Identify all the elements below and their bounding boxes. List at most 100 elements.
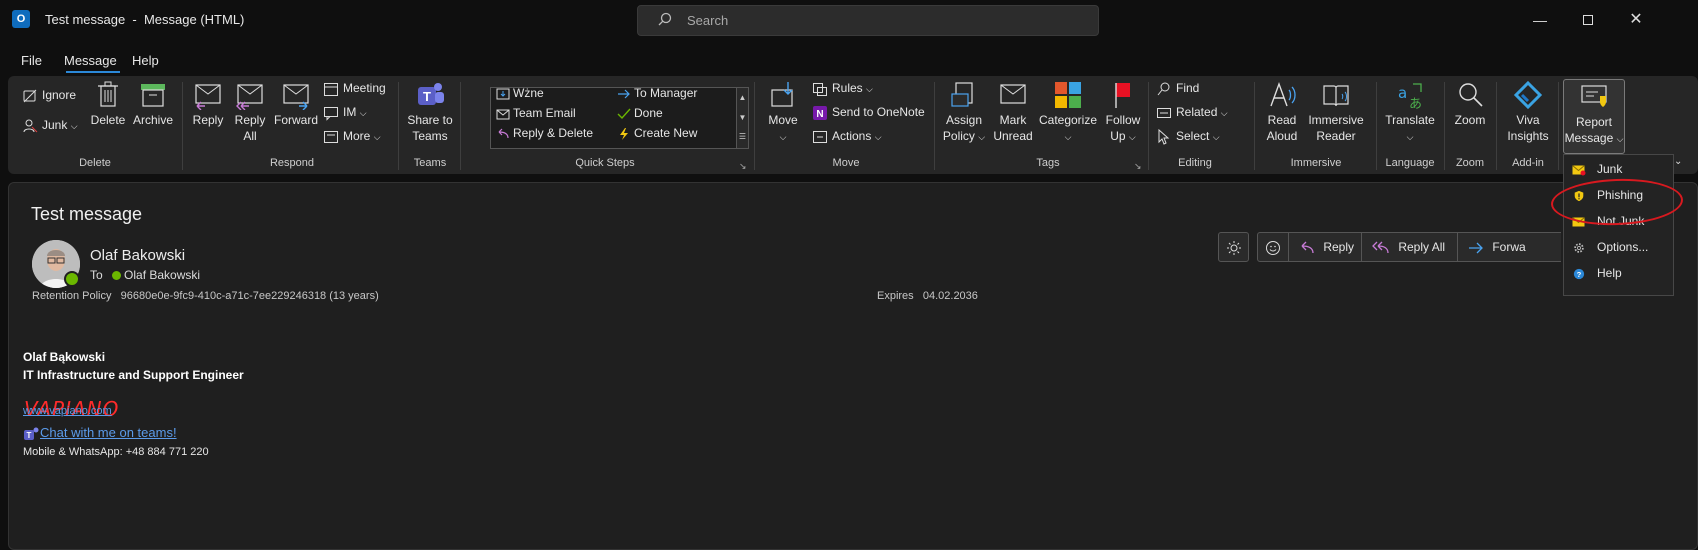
mark-unread-label-2: Unread: [993, 129, 1033, 143]
move-button[interactable]: Move ⌵: [762, 80, 804, 145]
group-separator: [1496, 82, 1497, 170]
quick-step-to-manager[interactable]: To Manager: [617, 86, 697, 101]
teams-chat-link[interactable]: Chat with me on teams!: [40, 425, 177, 440]
report-message-menu: Junk Phishing Not Junk Options... ? Help: [1563, 154, 1674, 296]
menu-item-options[interactable]: Options...: [1572, 240, 1648, 254]
dialog-launcher-icon[interactable]: ↘: [1134, 161, 1142, 172]
im-icon: [324, 106, 338, 121]
move-group-label: Move: [832, 157, 860, 169]
scroll-down-icon[interactable]: ▼: [737, 108, 748, 128]
read-aloud-button[interactable]: Read Aloud: [1260, 80, 1304, 144]
quick-step-team-email[interactable]: Team Email: [496, 106, 576, 121]
ignore-icon: [23, 89, 37, 103]
immersive-reader-button[interactable]: Immersive Reader: [1304, 80, 1368, 144]
related-button[interactable]: Related ⌵: [1156, 104, 1228, 121]
viva-insights-button[interactable]: Viva Insights: [1500, 80, 1556, 144]
delete-button[interactable]: Delete: [88, 80, 128, 128]
quick-step-label: Create New: [634, 126, 698, 140]
reaction-button[interactable]: [1257, 232, 1289, 262]
categorize-icon: [1055, 82, 1081, 108]
more-respond-button[interactable]: More ⌵: [323, 128, 381, 145]
move-icon: [771, 82, 793, 107]
actions-icon: [813, 130, 827, 143]
chevron-down-icon: ⌵: [1128, 132, 1136, 142]
chevron-down-icon: ⌵: [874, 132, 882, 142]
collapse-ribbon-icon[interactable]: ⌄: [1674, 156, 1682, 167]
recipient-line: To Olaf Bakowski: [90, 268, 200, 282]
sender-name[interactable]: Olaf Bakowski: [90, 247, 185, 264]
forward-button[interactable]: Forward: [272, 80, 320, 128]
quick-step-create-new[interactable]: Create New: [617, 126, 697, 141]
menu-item-help[interactable]: ? Help: [1572, 266, 1622, 280]
delete-label: Delete: [90, 113, 126, 127]
reply-icon: [1301, 241, 1314, 253]
maximize-icon: [1583, 15, 1593, 25]
translate-button[interactable]: aあ Translate ⌵: [1380, 80, 1440, 145]
calendar-icon: [324, 82, 338, 96]
addin-group-label: Add-in: [1512, 157, 1544, 169]
checkmark-icon: [617, 108, 631, 119]
svg-text:T: T: [423, 89, 431, 104]
reply-all-label-1: Reply: [234, 113, 266, 127]
mail-icon: [496, 109, 510, 120]
expires-value: 04.02.2036: [922, 290, 978, 302]
move-to-folder-icon: [496, 88, 510, 100]
find-button[interactable]: Find: [1156, 80, 1199, 97]
archive-button[interactable]: Archive: [128, 80, 178, 128]
chevron-down-icon: ⌵: [978, 132, 986, 142]
recipient-name[interactable]: Olaf Bakowski: [124, 268, 200, 282]
message-subject: Test message: [31, 204, 143, 224]
reply-action-button[interactable]: Reply: [1288, 232, 1362, 262]
assign-policy-button[interactable]: Assign Policy ⌵: [938, 80, 990, 145]
junk-button[interactable]: Junk ⌵: [22, 117, 78, 134]
minimize-button[interactable]: —: [1530, 10, 1550, 30]
share-to-teams-button[interactable]: T Share to Teams: [404, 80, 456, 144]
menu-item-junk[interactable]: Junk: [1572, 162, 1622, 176]
chevron-down-icon: ⌵: [1212, 132, 1220, 142]
tab-help[interactable]: Help: [132, 53, 159, 68]
send-to-onenote-button[interactable]: N Send to OneNote: [812, 104, 925, 121]
rules-button[interactable]: Rules ⌵: [812, 80, 873, 97]
immersive-reader-icon: [1323, 85, 1349, 107]
quick-step-label: Wżne: [513, 86, 544, 100]
ignore-button[interactable]: Ignore: [22, 87, 76, 104]
theme-toggle-button[interactable]: [1218, 232, 1249, 262]
website-link[interactable]: www.vapiano.com: [23, 405, 112, 417]
reply-all-action-label: Reply All: [1398, 240, 1446, 254]
reply-all-button[interactable]: Reply All: [230, 80, 270, 144]
forward-action-button[interactable]: Forwa: [1457, 232, 1561, 262]
retention-value: 96680e0e-9fc9-410c-a71c-7ee229246318 (13…: [120, 290, 379, 302]
reply-icon: [195, 84, 221, 110]
quick-step-done[interactable]: Done: [617, 106, 663, 121]
group-separator: [1254, 82, 1255, 170]
maximize-button[interactable]: [1578, 10, 1598, 30]
zoom-button[interactable]: Zoom: [1448, 80, 1492, 128]
select-button[interactable]: Select ⌵: [1156, 128, 1220, 145]
quick-step-label: Done: [634, 106, 663, 120]
actions-button[interactable]: Actions ⌵: [812, 128, 882, 145]
im-button[interactable]: IM ⌵: [323, 104, 367, 121]
quick-step-reply-delete[interactable]: Reply & Delete: [496, 126, 593, 141]
scroll-up-icon[interactable]: ▲: [737, 88, 748, 108]
follow-up-button[interactable]: Follow Up ⌵: [1100, 80, 1146, 145]
unread-icon: [1000, 84, 1026, 104]
mark-unread-button[interactable]: Mark Unread: [990, 80, 1036, 144]
tab-file[interactable]: File: [21, 53, 42, 68]
dialog-launcher-icon[interactable]: ↘: [739, 161, 747, 172]
categorize-button[interactable]: Categorize ⌵: [1036, 80, 1100, 145]
reply-all-action-button[interactable]: Reply All: [1361, 232, 1458, 262]
search-input[interactable]: Search: [637, 5, 1099, 36]
quick-steps-scroll[interactable]: ▲ ▼ ☰: [736, 87, 749, 149]
meeting-button[interactable]: Meeting: [323, 80, 386, 97]
group-separator: [398, 82, 399, 170]
report-message-icon: [1581, 85, 1607, 107]
tab-message[interactable]: Message: [64, 53, 117, 68]
retention-policy: Retention Policy 96680e0e-9fc9-410c-a71c…: [32, 290, 379, 302]
expand-gallery-icon[interactable]: ☰: [737, 128, 748, 146]
teams-icon: T: [24, 427, 39, 440]
reply-button[interactable]: Reply: [188, 80, 228, 128]
junk-label: Junk: [42, 118, 68, 132]
close-button[interactable]: ✕: [1626, 10, 1646, 30]
quick-step-wazne[interactable]: Wżne: [496, 86, 544, 101]
forward-icon: [283, 84, 309, 110]
